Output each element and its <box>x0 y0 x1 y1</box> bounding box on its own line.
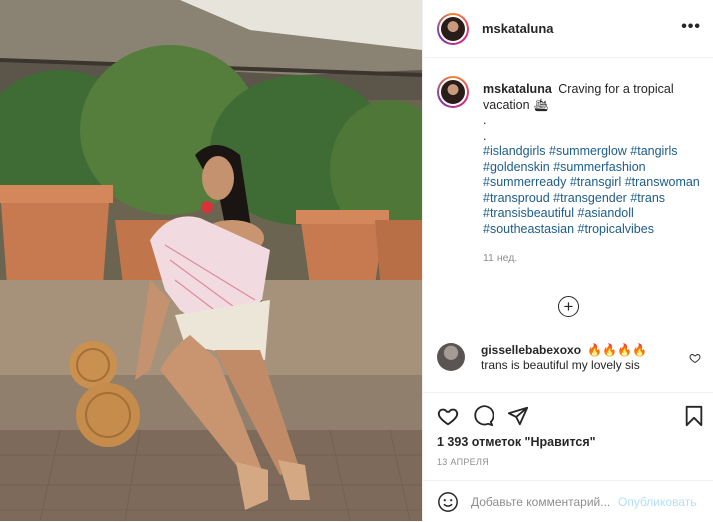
action-icons <box>437 405 529 427</box>
comment-username[interactable]: gissellebabexoxo <box>481 343 581 357</box>
caption: mskataluna Craving for a tropical vacati… <box>437 70 713 267</box>
publish-button[interactable]: Опубликовать <box>618 495 696 509</box>
photo-illustration <box>0 0 422 521</box>
actions-section: 1 393 отметок "Нравится" 13 АПРЕЛЯ Опубл… <box>423 392 713 522</box>
instagram-post: mskataluna ••• mskataluna Craving for a … <box>0 0 713 521</box>
caption-dot-2: . <box>483 128 487 143</box>
comment-like-heart-icon[interactable] <box>689 352 701 364</box>
commenter-avatar[interactable] <box>437 343 465 371</box>
caption-text-block: mskataluna Craving for a tropical vacati… <box>483 82 703 267</box>
like-heart-icon[interactable] <box>437 405 459 427</box>
post-photo[interactable] <box>0 0 422 521</box>
post-header: mskataluna ••• <box>423 0 713 58</box>
comment-input[interactable] <box>471 494 616 509</box>
save-bookmark[interactable] <box>684 405 704 427</box>
emoji-smile-icon[interactable] <box>437 491 459 513</box>
comment-bubble-icon[interactable] <box>472 405 494 427</box>
post-details-panel: mskataluna ••• mskataluna Craving for a … <box>422 0 713 521</box>
bookmark-icon[interactable] <box>684 405 704 427</box>
author-avatar[interactable] <box>437 12 469 45</box>
comments-scroll-area: mskataluna Craving for a tropical vacati… <box>423 70 713 328</box>
caption-dot-1: . <box>483 113 487 127</box>
post-date[interactable]: 13 АПРЕЛЯ <box>437 457 489 467</box>
share-paper-plane-icon[interactable] <box>507 405 529 427</box>
comment-text-block: gissellebabexoxo 🔥🔥🔥🔥 trans is beautiful… <box>481 343 671 373</box>
more-options-icon[interactable]: ••• <box>681 19 701 35</box>
add-comment-bar: Опубликовать <box>423 480 713 522</box>
author-username[interactable]: mskataluna <box>482 21 554 36</box>
likes-count[interactable]: 1 393 отметок "Нравится" <box>437 435 596 449</box>
caption-timestamp[interactable]: 11 нед. <box>483 251 703 267</box>
load-more-comments-button[interactable]: + <box>558 296 579 317</box>
comment-item: gissellebabexoxo 🔥🔥🔥🔥 trans is beautiful… <box>437 343 707 373</box>
caption-username[interactable]: mskataluna <box>483 82 552 96</box>
caption-hashtags[interactable]: #islandgirls #summerglow #tangirls #gold… <box>483 144 700 236</box>
caption-avatar[interactable] <box>437 76 469 108</box>
